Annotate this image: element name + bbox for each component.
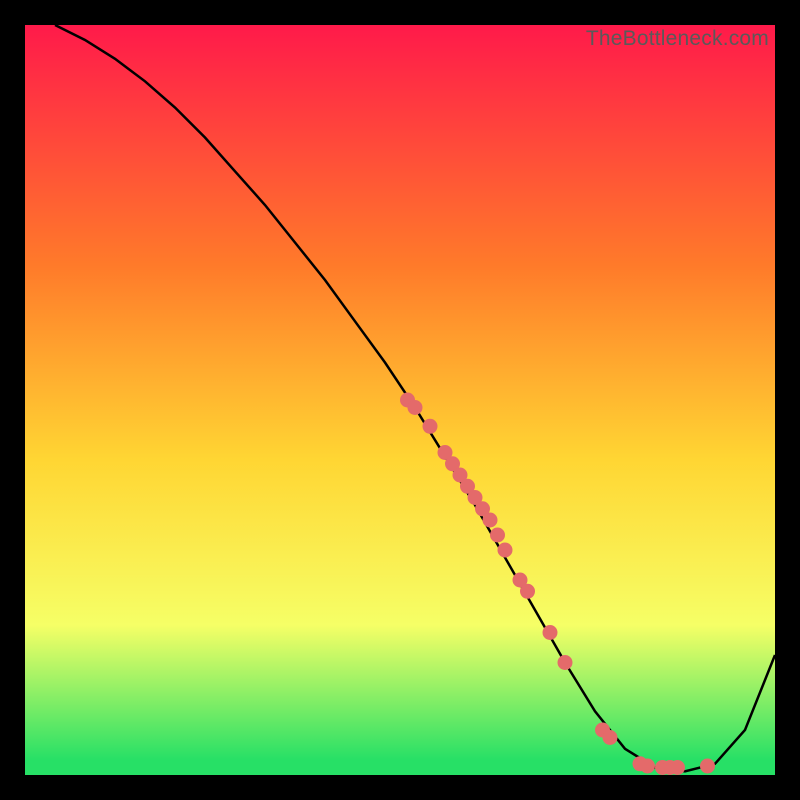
chart-frame: TheBottleneck.com (25, 25, 775, 775)
data-marker (603, 730, 618, 745)
data-marker (700, 759, 715, 774)
data-marker (543, 625, 558, 640)
watermark-text: TheBottleneck.com (586, 27, 769, 51)
data-marker (483, 513, 498, 528)
data-marker (408, 400, 423, 415)
data-marker (498, 543, 513, 558)
data-marker (558, 655, 573, 670)
data-marker (640, 759, 655, 774)
data-marker (670, 760, 685, 775)
data-marker (520, 584, 535, 599)
data-marker (423, 419, 438, 434)
chart-svg (25, 25, 775, 775)
data-marker (490, 528, 505, 543)
